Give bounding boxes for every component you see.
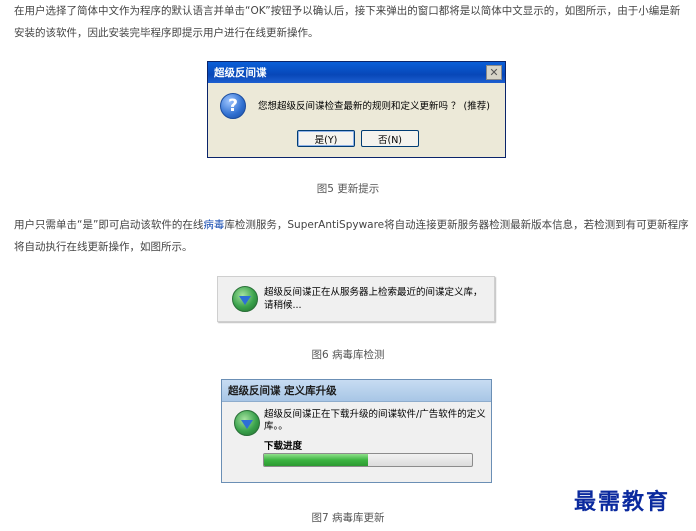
close-icon[interactable]: ✕ bbox=[486, 65, 502, 80]
paragraph-text: 用户只需单击“是”即可启动该软件的在线 bbox=[14, 219, 204, 231]
virus-link[interactable]: 病毒 bbox=[203, 219, 224, 231]
question-icon: ? bbox=[220, 93, 246, 119]
figure-caption-6: 图6 病毒库检测 bbox=[311, 349, 385, 361]
body-paragraph: 用户只需单击“是”即可启动该软件的在线病毒库检测服务，SuperAntiSpyw… bbox=[14, 214, 690, 258]
dialog-title: 超级反间谍 bbox=[214, 67, 267, 79]
dialog-titlebar: 超级反间谍 定义库升级 bbox=[222, 380, 491, 402]
checking-message: 超级反间谍正在从服务器上检索最近的间谍定义库，请稍候... bbox=[264, 287, 483, 311]
checking-dialog: 超级反间谍正在从服务器上检索最近的间谍定义库，请稍候... bbox=[217, 276, 495, 322]
yes-button[interactable]: 是(Y) bbox=[297, 130, 355, 147]
update-prompt-dialog: 超级反间谍 ✕ ? 您想超级反间谍检查最新的规则和定义更新吗 ？ (推荐) 是(… bbox=[207, 61, 506, 158]
watermark-logo: 最需教育 bbox=[574, 489, 671, 515]
dialog-title: 超级反间谍 定义库升级 bbox=[228, 385, 337, 397]
download-progress-bar bbox=[263, 453, 473, 467]
upgrade-message: 超级反间谍正在下载升级的间谍软件/广告软件的定义库。。 bbox=[264, 409, 486, 432]
no-button[interactable]: 否(N) bbox=[361, 130, 419, 147]
progress-label: 下载进度 bbox=[264, 441, 303, 452]
upgrade-dialog: 超级反间谍 定义库升级 超级反间谍正在下载升级的间谍软件/广告软件的定义库。。 … bbox=[221, 379, 492, 483]
figure-caption-5: 图5 更新提示 bbox=[316, 183, 380, 195]
progress-fill bbox=[264, 454, 368, 466]
intro-paragraph: 在用户选择了简体中文作为程序的默认语言并单击“OK”按钮予以确认后，接下来弹出的… bbox=[14, 5, 681, 39]
dialog-message: 您想超级反间谍检查最新的规则和定义更新吗 ？ (推荐) bbox=[258, 101, 490, 112]
globe-download-icon bbox=[232, 286, 258, 312]
dialog-titlebar: 超级反间谍 bbox=[208, 62, 505, 83]
globe-download-icon bbox=[234, 410, 260, 436]
